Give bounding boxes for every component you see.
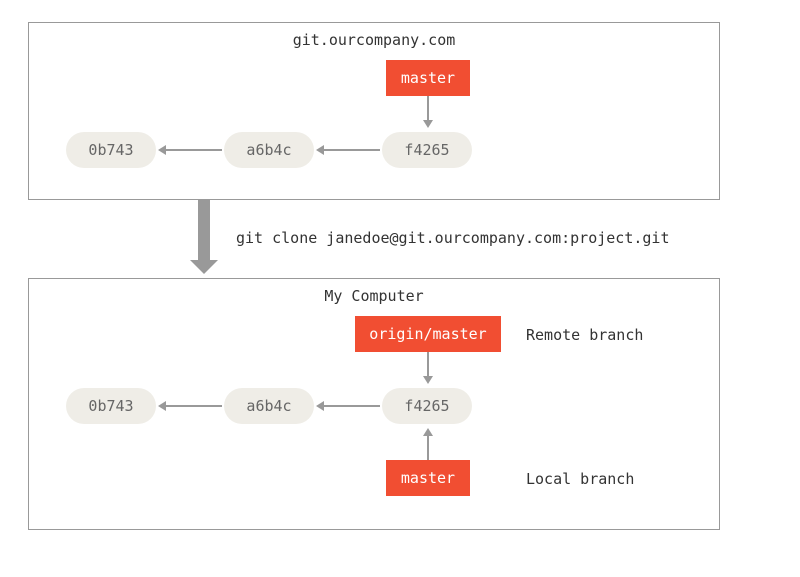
arrow-down-icon xyxy=(427,96,429,120)
commit-node: a6b4c xyxy=(224,388,314,424)
commit-hash: a6b4c xyxy=(246,141,291,159)
arrow-left-icon xyxy=(324,149,380,151)
server-title: git.ourcompany.com xyxy=(29,23,719,49)
branch-label: master xyxy=(401,69,455,87)
local-branch-label: Local branch xyxy=(526,470,634,488)
commit-node: f4265 xyxy=(382,132,472,168)
branch-master-server: master xyxy=(386,60,470,96)
commit-hash: f4265 xyxy=(404,397,449,415)
branch-label: origin/master xyxy=(369,325,486,343)
commit-hash: 0b743 xyxy=(88,141,133,159)
commit-node: 0b743 xyxy=(66,132,156,168)
commit-hash: 0b743 xyxy=(88,397,133,415)
commit-node: 0b743 xyxy=(66,388,156,424)
branch-master-local: master xyxy=(386,460,470,496)
commit-hash: a6b4c xyxy=(246,397,291,415)
server-box: git.ourcompany.com xyxy=(28,22,720,200)
commit-node: f4265 xyxy=(382,388,472,424)
commit-node: a6b4c xyxy=(224,132,314,168)
branch-label: master xyxy=(401,469,455,487)
arrow-left-icon xyxy=(166,149,222,151)
branch-origin-master: origin/master xyxy=(355,316,501,352)
remote-branch-label: Remote branch xyxy=(526,326,643,344)
clone-command: git clone janedoe@git.ourcompany.com:pro… xyxy=(236,229,669,247)
arrow-left-icon xyxy=(324,405,380,407)
arrow-up-icon xyxy=(427,436,429,460)
arrow-left-icon xyxy=(166,405,222,407)
commit-hash: f4265 xyxy=(404,141,449,159)
clone-arrow-icon xyxy=(198,200,210,260)
arrow-down-icon xyxy=(427,352,429,376)
local-title: My Computer xyxy=(29,279,719,305)
